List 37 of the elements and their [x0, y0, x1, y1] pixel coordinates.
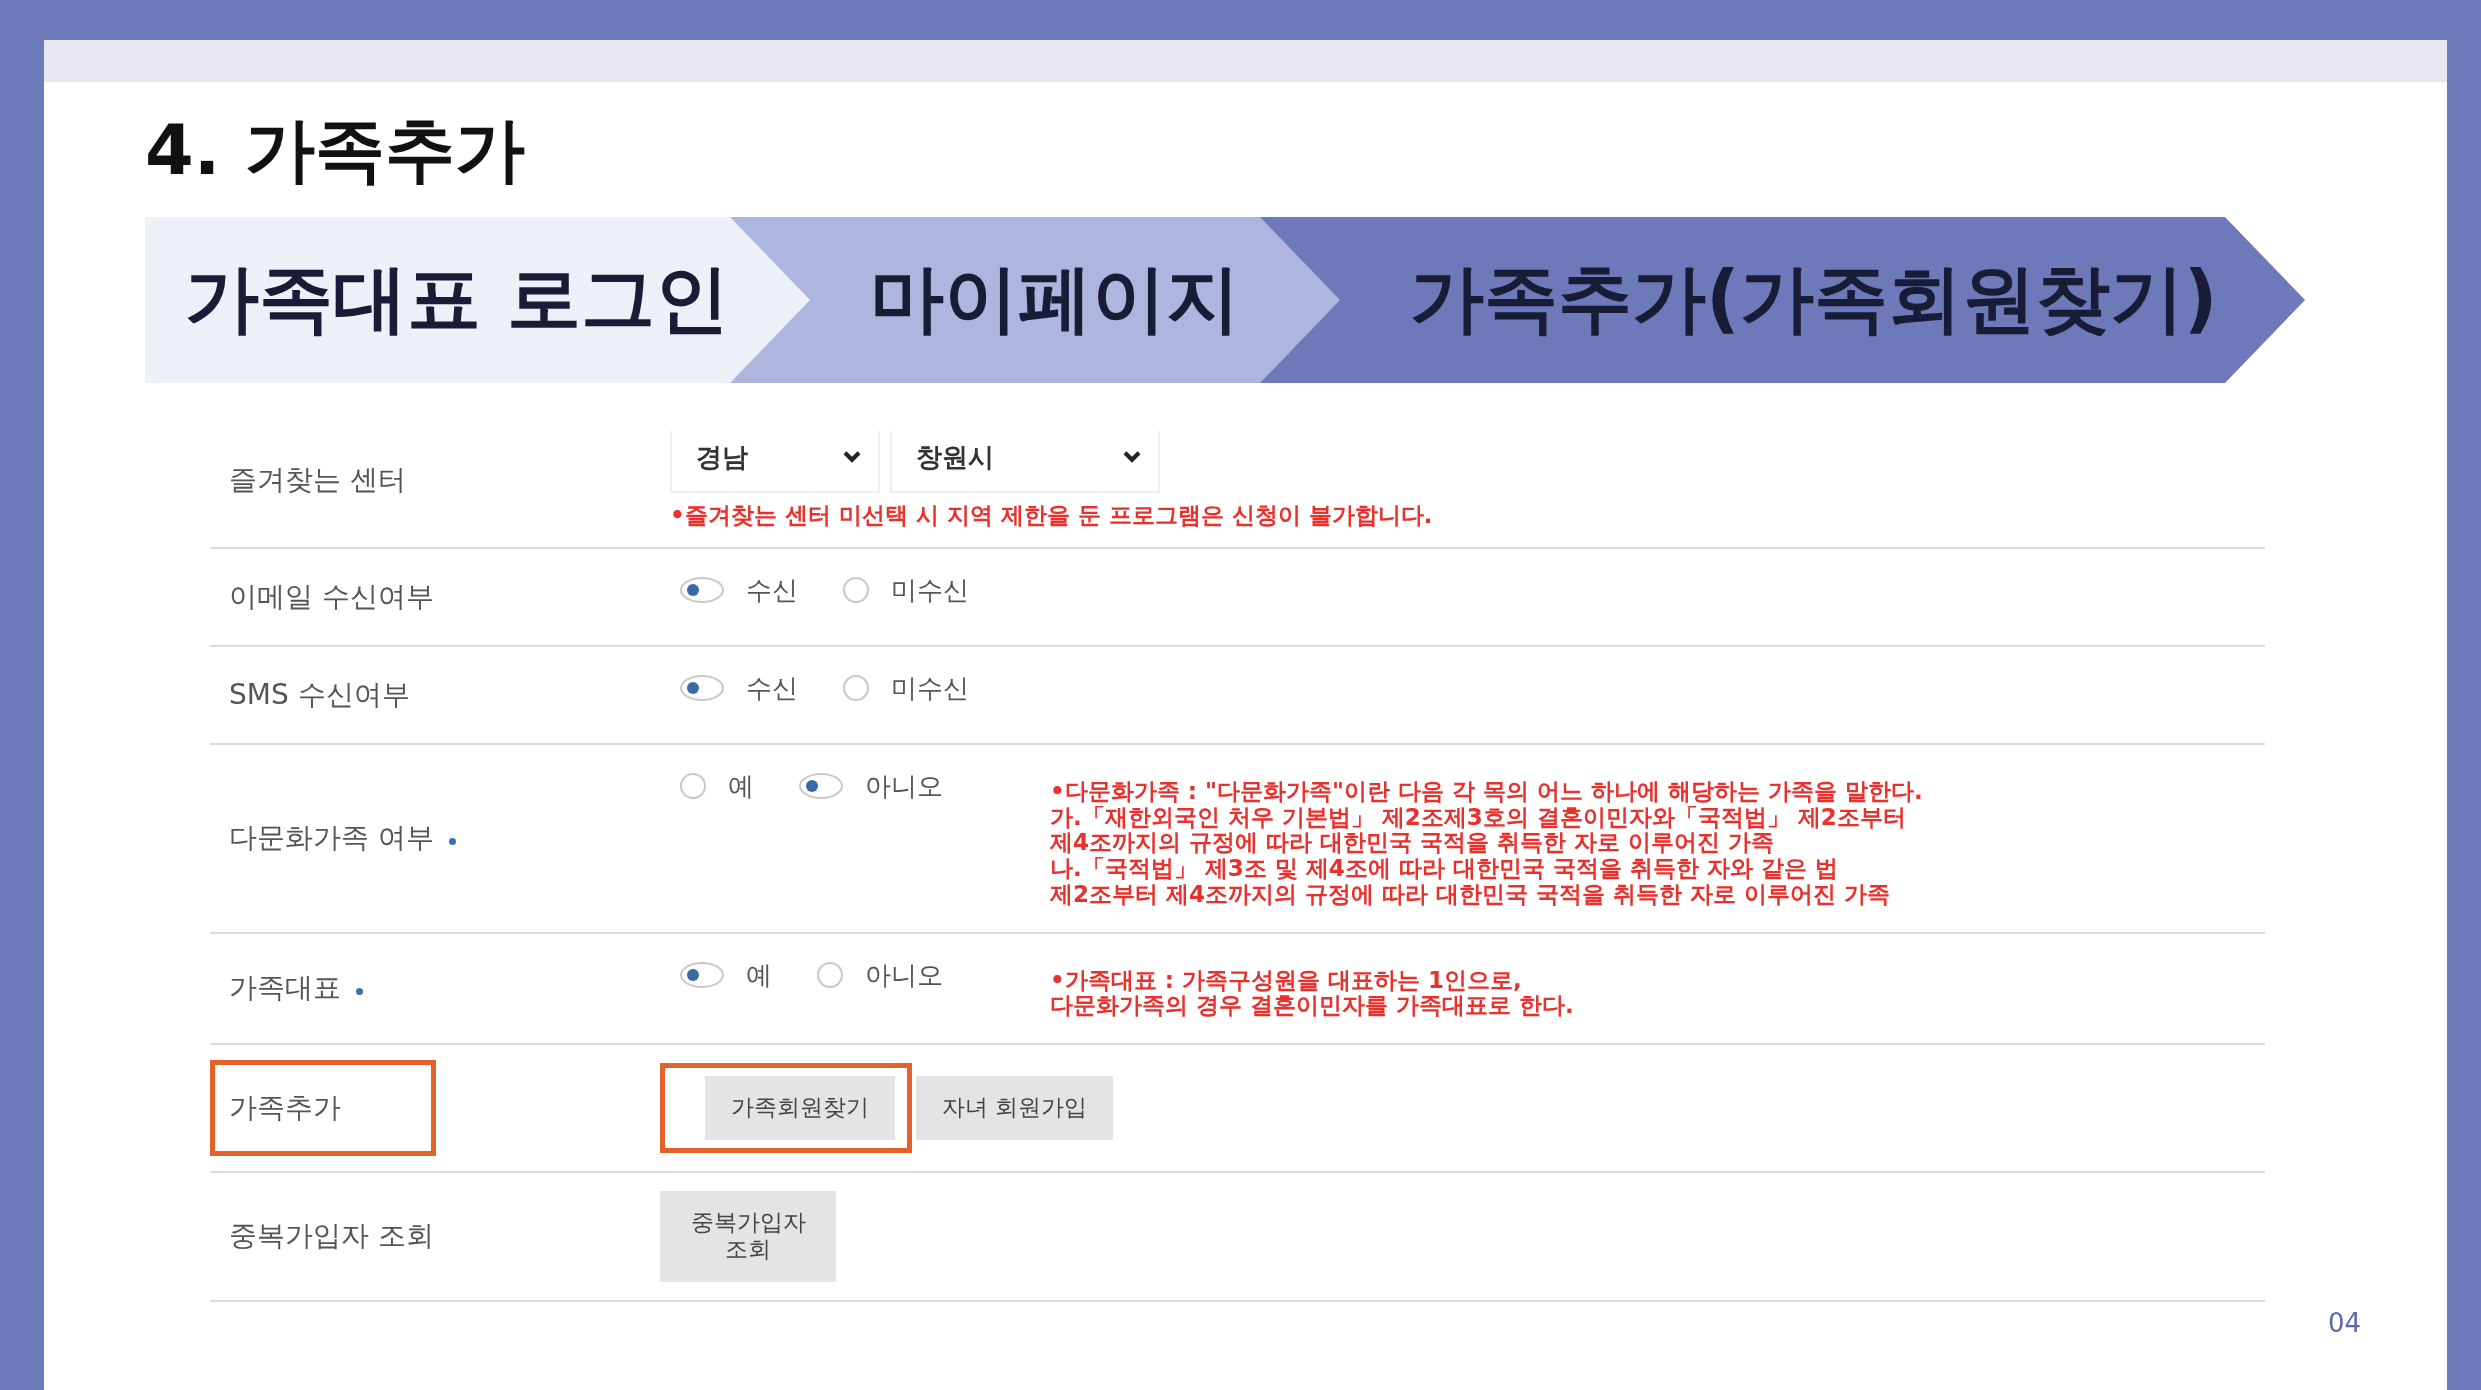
radio-label: 미수신 [891, 573, 969, 607]
form-button[interactable]: 자녀 회원가입 [916, 1076, 1114, 1140]
radio-button[interactable] [817, 962, 843, 988]
chevron-down-icon [842, 450, 862, 464]
step-banner: 가족추가(가족회원찾기) [1260, 217, 2305, 383]
notice-text: •다문화가족 : "다문화가족"이란 다음 각 목의 어느 하나에 해당하는 가족을 말한다. 가.「재한외국인 처우 기본법」 제2조제3호의 결혼이민자와「국적법」 제2조부터 제4조까지의 규정에 따라 대한민국 국적을 취득한 자로 이루어진 가족 나.「국적법」 제3조 및 제4조에 따라 대한민국 국적을 취득한 자와 같은 법 제2조부터 제4조까지의 규정에 따라 대한민국 국적을 취득한 자로 이루어진 가족 [1050, 778, 1923, 908]
radio-button[interactable] [799, 773, 843, 800]
select-dropdown[interactable]: 경남 [670, 431, 880, 493]
form-button[interactable]: 중복가입자 조회 [660, 1190, 836, 1282]
field-label: 가족추가 [229, 1090, 341, 1124]
radio-label: 수신 [746, 573, 798, 607]
radio-label: 예 [728, 769, 754, 803]
field-label: SMS 수신여부 [229, 677, 410, 711]
step-banner: 가족대표 로그인 [145, 217, 810, 383]
radio-label: 아니오 [865, 958, 943, 992]
notice-text: •가족대표 : 가족구성원을 대표하는 1인으로, 다문화가족의 경우 결혼이민자를 가족대표로 한다. [1050, 967, 1574, 1019]
select-dropdown[interactable]: 창원시 [890, 431, 1160, 493]
radio-label: 아니오 [865, 769, 943, 803]
radio-button[interactable] [680, 962, 724, 988]
radio-button[interactable] [680, 675, 724, 702]
field-label: 즐겨찾는 센터 [229, 462, 406, 496]
radio-label: 미수신 [891, 671, 969, 705]
form-button[interactable]: 가족회원찾기 [705, 1076, 895, 1140]
slide-title: 4. 가족추가 [145, 112, 526, 189]
field-label: 중복가입자 조회 [229, 1219, 434, 1253]
radio-label: 수신 [746, 671, 798, 705]
chevron-down-icon [1122, 450, 1142, 464]
field-label: 이메일 수신여부 [229, 579, 434, 613]
radio-button[interactable] [680, 773, 706, 800]
page-number: 04 [2327, 1308, 2361, 1338]
radio-button[interactable] [843, 577, 869, 604]
radio-button[interactable] [843, 675, 869, 702]
radio-button[interactable] [680, 577, 724, 604]
field-label: 가족대표 [229, 971, 341, 1005]
notice-text: •즐겨찾는 센터 미선택 시 지역 제한을 둔 프로그램은 신청이 불가합니다. [670, 503, 1433, 529]
field-label: 다문화가족 여부 [229, 821, 434, 855]
radio-label: 예 [746, 958, 772, 992]
